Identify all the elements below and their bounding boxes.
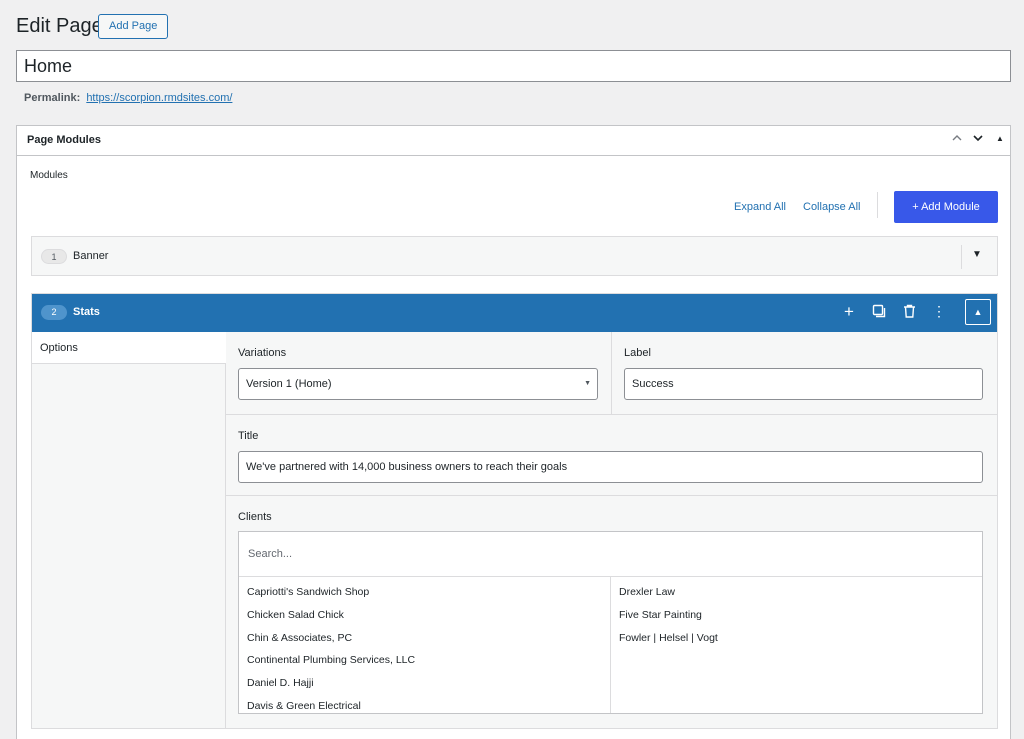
add-module-button[interactable]: + Add Module <box>894 191 998 223</box>
module-stats: 2 Stats + ⋮ ▲ Options Variations Version… <box>31 293 998 729</box>
label-field-label: Label <box>624 347 651 359</box>
clients-list-right: Drexler Law Five Star Painting Fowler | … <box>611 577 982 713</box>
page-modules-box: Page Modules ▲ Modules Expand All Collap… <box>16 125 1011 739</box>
client-item[interactable]: Drexler Law <box>611 581 982 604</box>
module-name: Banner <box>73 250 109 262</box>
divider <box>961 245 962 269</box>
page-title-input[interactable]: Home <box>16 50 1011 82</box>
move-down-icon[interactable] <box>970 132 986 147</box>
page-title: Edit Page <box>16 15 103 37</box>
module-name: Stats <box>73 306 100 318</box>
permalink-link[interactable]: https://scorpion.rmdsites.com/ <box>86 92 232 104</box>
collapse-all-link[interactable]: Collapse All <box>803 201 860 213</box>
clients-list-left: Capriotti's Sandwich Shop Chicken Salad … <box>239 577 611 713</box>
duplicate-icon[interactable] <box>870 304 888 321</box>
expand-all-link[interactable]: Expand All <box>734 201 786 213</box>
trash-icon[interactable] <box>900 304 918 321</box>
module-number-badge: 2 <box>41 305 67 320</box>
modules-label: Modules <box>30 170 68 181</box>
divider <box>226 414 997 415</box>
client-item[interactable]: Five Star Painting <box>611 604 982 627</box>
variations-label: Variations <box>238 347 287 359</box>
permalink-label: Permalink: <box>24 92 81 104</box>
clients-search-input[interactable]: Search... <box>239 532 982 577</box>
title-label: Title <box>238 430 259 442</box>
module-banner[interactable]: 1 Banner ▼ <box>31 236 998 276</box>
collapse-module-icon[interactable]: ▲ <box>965 299 991 325</box>
client-item[interactable]: Continental Plumbing Services, LLC <box>239 649 610 672</box>
divider <box>877 192 878 218</box>
divider <box>611 332 612 414</box>
client-item[interactable]: Chicken Salad Chick <box>239 604 610 627</box>
module-number-badge: 1 <box>41 249 67 264</box>
title-input[interactable]: We've partnered with 14,000 business own… <box>238 451 983 483</box>
variations-select[interactable]: Version 1 (Home) ▼ <box>238 368 598 400</box>
more-options-icon[interactable]: ⋮ <box>930 303 948 320</box>
label-input[interactable]: Success <box>624 368 983 400</box>
toggle-panel-icon[interactable]: ▲ <box>992 134 1008 143</box>
client-item[interactable]: Chin & Associates, PC <box>239 627 610 650</box>
add-icon[interactable]: + <box>840 302 858 322</box>
module-stats-header[interactable]: 2 Stats + ⋮ ▲ <box>32 294 997 332</box>
expand-module-icon[interactable]: ▼ <box>972 249 982 260</box>
clients-label: Clients <box>238 511 272 523</box>
add-page-button[interactable]: Add Page <box>98 14 169 39</box>
client-item[interactable]: Fowler | Helsel | Vogt <box>611 627 982 650</box>
module-tabs: Options <box>32 332 226 728</box>
client-item[interactable]: Capriotti's Sandwich Shop <box>239 581 610 604</box>
postbox-header: Page Modules ▲ <box>17 126 1010 156</box>
client-item[interactable]: Daniel D. Hajji <box>239 672 610 695</box>
permalink: Permalink: https://scorpion.rmdsites.com… <box>24 92 232 104</box>
client-item[interactable]: Davis & Green Electrical <box>239 695 610 713</box>
tab-options[interactable]: Options <box>32 332 226 364</box>
variations-value: Version 1 (Home) <box>246 378 332 390</box>
chevron-down-icon: ▼ <box>584 380 591 387</box>
postbox-title: Page Modules <box>27 134 101 146</box>
move-up-icon[interactable] <box>949 132 965 147</box>
clients-selector: Search... Capriotti's Sandwich Shop Chic… <box>238 531 983 714</box>
module-fields: Variations Version 1 (Home) ▼ Label Succ… <box>226 332 997 728</box>
divider <box>226 495 997 496</box>
